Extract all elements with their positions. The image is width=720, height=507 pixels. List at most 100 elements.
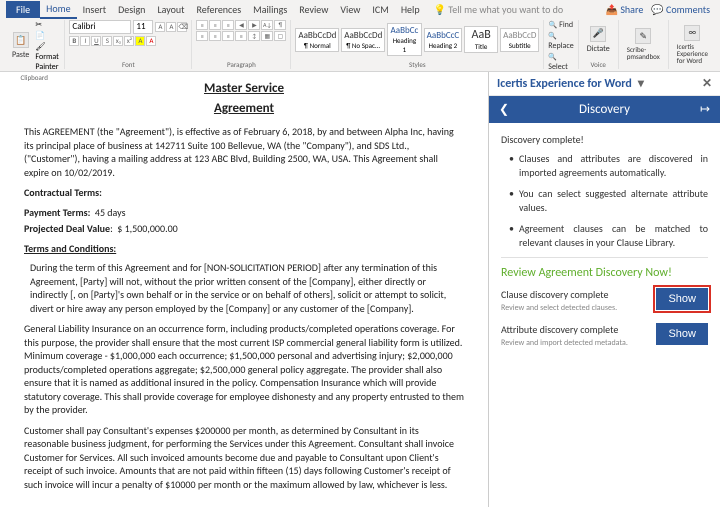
review-row-attribute: Attribute discovery complete Review and …: [501, 323, 708, 348]
tab-icm[interactable]: ICM: [366, 1, 394, 18]
style-normal[interactable]: AaBbCcDd¶ Normal: [295, 28, 339, 52]
tab-review[interactable]: Review: [293, 1, 334, 18]
superscript-button[interactable]: x²: [124, 36, 134, 46]
numbering-button[interactable]: ≡: [209, 20, 221, 30]
group-icertis: ∞Icertis Experience for Word: [669, 20, 716, 69]
font-name-select[interactable]: Calibri: [69, 20, 131, 34]
underline-button[interactable]: U: [91, 36, 101, 46]
font-color-button[interactable]: A: [146, 36, 156, 46]
pane-nav: ❮ Discovery ↦: [489, 96, 720, 123]
attribute-subtext: Review and import detected metadata.: [501, 338, 650, 348]
payment-terms: Payment Terms: 45 days: [24, 206, 464, 220]
shrink-font-icon[interactable]: A: [166, 22, 176, 32]
icertis-button[interactable]: ∞Icertis Experience for Word: [673, 23, 712, 66]
group-label-voice: Voice: [583, 59, 614, 69]
dictate-button[interactable]: 🎤Dictate: [583, 24, 614, 56]
show-clauses-button[interactable]: Show: [656, 288, 708, 310]
paste-label: Paste: [12, 50, 29, 60]
tab-references[interactable]: References: [191, 1, 248, 18]
align-right-button[interactable]: ≡: [222, 31, 234, 41]
pane-title: Icertis Experience for Word: [497, 77, 632, 91]
menu-bar: File Home Insert Design Layout Reference…: [0, 0, 720, 18]
tell-me-input[interactable]: 💡 Tell me what you want to do: [434, 3, 602, 16]
scribe-label: Scribe-pmsandbox: [627, 46, 660, 60]
bullet-1: Clauses and attributes are discovered in…: [509, 152, 708, 179]
group-label-icertis: [673, 68, 712, 69]
show-attributes-button[interactable]: Show: [656, 323, 708, 345]
style-title[interactable]: AaBTitle: [464, 26, 498, 53]
align-left-button[interactable]: ≡: [196, 31, 208, 41]
tab-design[interactable]: Design: [112, 1, 151, 18]
line-spacing-button[interactable]: ↕: [248, 31, 260, 41]
select-button[interactable]: Select: [548, 52, 573, 72]
deal-value: Projected Deal Value: $ 1,500,000.00: [24, 222, 464, 236]
paste-button[interactable]: 📋 Paste: [8, 30, 33, 62]
clear-format-icon[interactable]: ⌫: [177, 22, 187, 32]
style-heading2[interactable]: AaBbCcCHeading 2: [424, 28, 462, 52]
document-body[interactable]: Master Service Agreement This AGREEMENT …: [0, 72, 488, 507]
task-pane: Icertis Experience for Word ▾ ✕ ❮ Discov…: [488, 72, 720, 507]
nav-back-icon[interactable]: ❮: [497, 102, 511, 117]
italic-button[interactable]: I: [80, 36, 90, 46]
share-button[interactable]: 📤 Share: [602, 3, 648, 16]
justify-button[interactable]: ≡: [235, 31, 247, 41]
tab-mailings[interactable]: Mailings: [247, 1, 293, 18]
tab-file[interactable]: File: [6, 1, 40, 18]
pane-header: Icertis Experience for Word ▾ ✕: [489, 72, 720, 96]
tell-me-label: Tell me what you want to do: [448, 3, 563, 16]
dec-indent-button[interactable]: ◀: [235, 20, 247, 30]
tab-insert[interactable]: Insert: [77, 1, 113, 18]
find-button[interactable]: Find: [549, 20, 573, 30]
borders-button[interactable]: ▢: [274, 31, 286, 41]
nav-exit-icon[interactable]: ↦: [698, 102, 712, 117]
group-voice: 🎤Dictate Voice: [579, 20, 619, 69]
tab-help[interactable]: Help: [395, 1, 426, 18]
show-marks-button[interactable]: ¶: [274, 20, 286, 30]
group-clipboard: 📋 Paste ✂ 📄 🖌 Format Painter Clipboard: [4, 20, 65, 69]
doc-p3: Customer shall pay Consultant's expenses…: [24, 424, 464, 492]
comments-button[interactable]: 💬 Comments: [647, 3, 714, 16]
highlight-button[interactable]: A: [135, 36, 145, 46]
sort-button[interactable]: A↓: [261, 20, 273, 30]
review-title: Review Agreement Discovery Now!: [501, 266, 708, 280]
group-font: Calibri 11 AA⌫ B I U S x₂ x² A A Font: [65, 20, 192, 69]
dictate-label: Dictate: [587, 44, 610, 54]
doc-p2: General Liability Insurance on an occurr…: [24, 322, 464, 417]
style-nospacing[interactable]: AaBbCcDd¶ No Spac...: [341, 28, 385, 52]
share-label: Share: [620, 3, 643, 16]
style-heading1[interactable]: AaBbCcHeading 1: [387, 23, 422, 56]
format-painter-button[interactable]: 🖌 Format Painter: [35, 42, 60, 72]
bullet-2: You can select suggested alternate attri…: [509, 187, 708, 214]
subscript-button[interactable]: x₂: [113, 36, 123, 46]
group-paragraph: ≡≡≡ ◀▶ A↓¶ ≡≡≡≡ ↕▦▢ Paragraph: [192, 20, 291, 69]
align-center-button[interactable]: ≡: [209, 31, 221, 41]
doc-intro: This AGREEMENT (the "Agreement"), is eff…: [24, 125, 464, 179]
close-icon[interactable]: ✕: [698, 76, 712, 91]
bold-button[interactable]: B: [69, 36, 79, 46]
strike-button[interactable]: S: [102, 36, 112, 46]
main-area: Master Service Agreement This AGREEMENT …: [0, 72, 720, 507]
tab-home[interactable]: Home: [40, 0, 76, 19]
scribe-button[interactable]: ✎ Scribe-pmsandbox: [623, 26, 664, 62]
grow-font-icon[interactable]: A: [155, 22, 165, 32]
shading-button[interactable]: ▦: [261, 31, 273, 41]
multilevel-button[interactable]: ≡: [222, 20, 234, 30]
bullets-button[interactable]: ≡: [196, 20, 208, 30]
inc-indent-button[interactable]: ▶: [248, 20, 260, 30]
style-subtitle[interactable]: AaBbCcDSubtitle: [500, 28, 539, 52]
group-styles: AaBbCcDd¶ Normal AaBbCcDd¶ No Spac... Aa…: [291, 20, 544, 69]
clause-subtext: Review and select detected clauses.: [501, 303, 650, 313]
group-scribe: ✎ Scribe-pmsandbox: [619, 20, 669, 69]
review-row-clause: Clause discovery complete Review and sel…: [501, 288, 708, 313]
icertis-icon: ∞: [684, 25, 700, 41]
terms-head: Contractual Terms:: [24, 186, 464, 200]
tab-view[interactable]: View: [334, 1, 366, 18]
clause-text: Clause discovery complete: [501, 288, 650, 301]
font-size-select[interactable]: 11: [133, 20, 153, 34]
replace-button[interactable]: Replace: [548, 31, 573, 51]
scribe-icon: ✎: [635, 28, 651, 44]
cut-button[interactable]: ✂: [35, 20, 60, 30]
copy-button[interactable]: 📄: [35, 31, 60, 41]
tab-layout[interactable]: Layout: [151, 1, 190, 18]
pin-icon[interactable]: ▾: [632, 76, 644, 91]
